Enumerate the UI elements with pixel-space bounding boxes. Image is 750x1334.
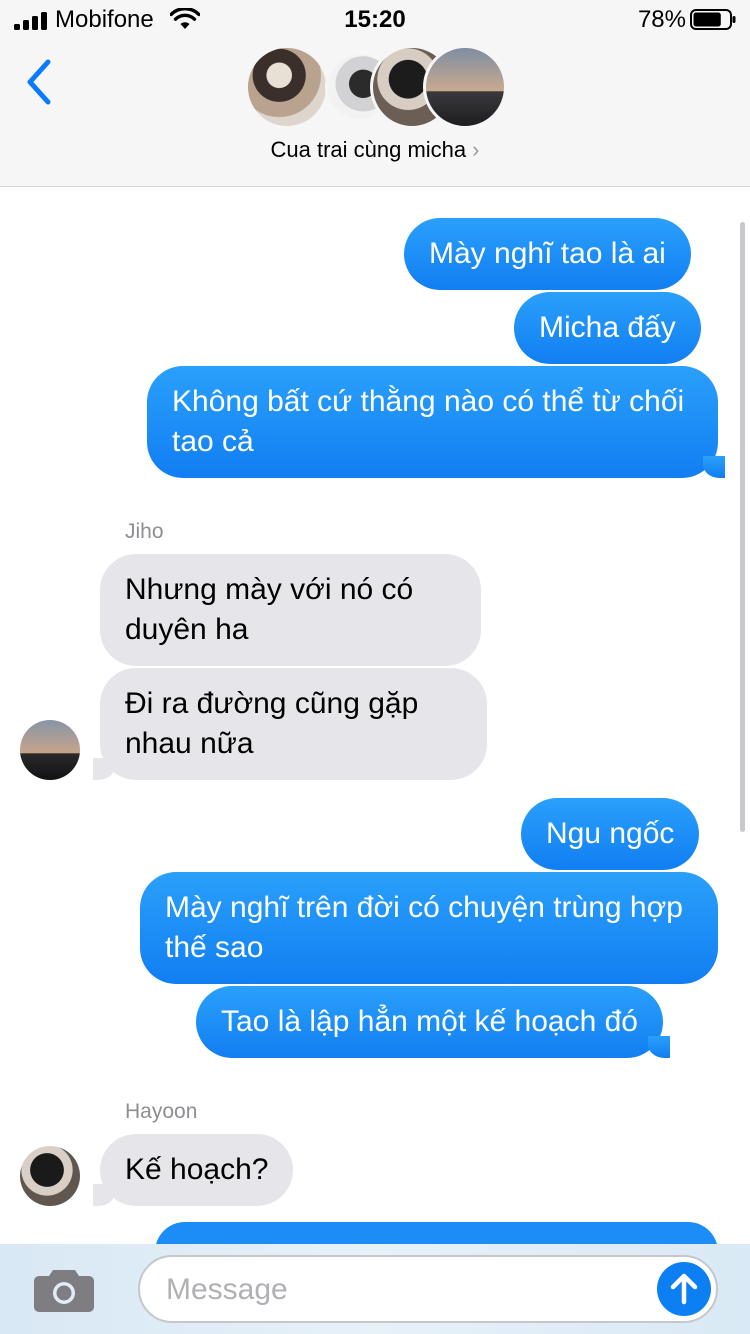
message-bubble-incoming[interactable]: Đi ra đường cũng gặp nhau nữa	[93, 668, 487, 780]
sender-name: Jiho	[125, 520, 164, 543]
group-avatars[interactable]	[245, 45, 510, 131]
avatar	[245, 45, 329, 129]
battery-icon	[690, 9, 736, 30]
message-field[interactable]	[138, 1255, 718, 1323]
message-bubble-outgoing[interactable]: Tao là lập hẳn một kế hoạch đó	[196, 986, 670, 1058]
battery-percent: 78%	[637, 6, 686, 33]
message-bubble-outgoing[interactable]: Mày nghĩ tao là ai	[404, 218, 691, 290]
conversation-header: Mobifone 15:20 78% Cua trai cùng micha ›	[0, 0, 750, 187]
send-button[interactable]	[657, 1262, 711, 1316]
status-bar: Mobifone 15:20 78%	[0, 0, 750, 40]
group-name-link[interactable]: Cua trai cùng micha ›	[0, 137, 750, 163]
group-name: Cua trai cùng micha	[270, 137, 467, 162]
chevron-right-icon: ›	[472, 137, 480, 162]
message-input-bar	[0, 1244, 750, 1334]
message-bubble-incoming[interactable]: Kế hoạch?	[92, 1134, 294, 1206]
scroll-indicator[interactable]	[740, 222, 745, 832]
avatar	[423, 45, 507, 129]
message-bubble-incoming[interactable]: Nhưng mày với nó có duyên ha	[100, 554, 481, 666]
message-bubble-outgoing[interactable]: Ngu ngốc	[521, 798, 700, 870]
arrow-up-icon	[670, 1273, 698, 1305]
message-bubble-outgoing[interactable]: Không bất cứ thằng nào có thể từ chối ta…	[147, 366, 725, 478]
message-bubble-outgoing[interactable]: Micha đấy	[514, 292, 701, 364]
back-chevron-icon[interactable]	[20, 54, 60, 110]
avatar[interactable]	[20, 720, 80, 780]
avatar[interactable]	[20, 1146, 80, 1206]
message-input[interactable]	[166, 1271, 646, 1309]
camera-icon[interactable]	[33, 1266, 95, 1312]
message-bubble-outgoing[interactable]: Mày nghĩ trên đời có chuyện trùng hợp th…	[140, 872, 718, 984]
sender-name: Hayoon	[125, 1100, 198, 1123]
